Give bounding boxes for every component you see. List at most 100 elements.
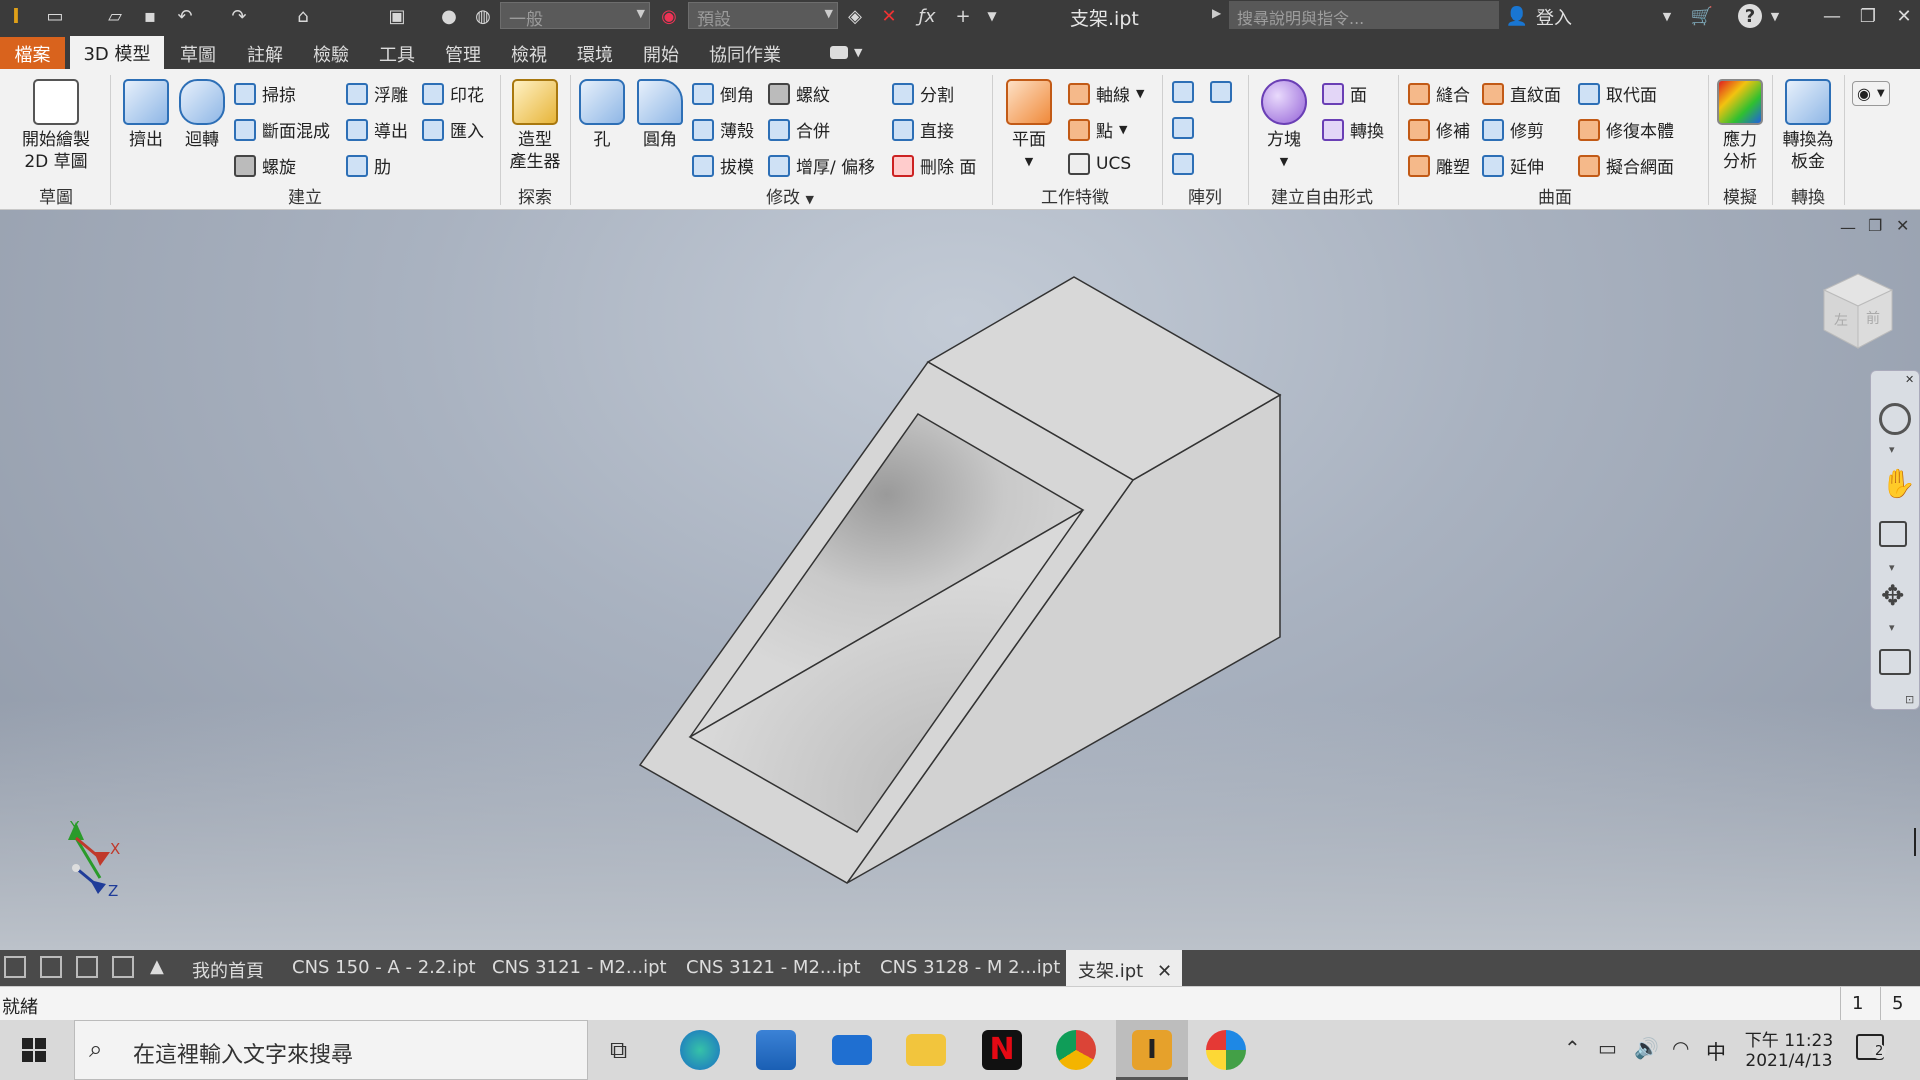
thicken-offset-button[interactable]: 增厚/ 偏移 bbox=[768, 153, 875, 178]
freeform-face-button[interactable]: 面 bbox=[1322, 81, 1367, 106]
user-icon[interactable]: 👤 bbox=[1506, 4, 1528, 28]
emboss-button[interactable]: 浮雕 bbox=[346, 81, 408, 106]
navbar-close-icon[interactable]: ✕ bbox=[1905, 373, 1914, 386]
zoom-icon[interactable] bbox=[1879, 521, 1907, 547]
taskbar-search-input[interactable]: ⌕ 在這裡輸入文字來搜尋 bbox=[74, 1020, 588, 1080]
redo-icon[interactable]: ↷ bbox=[226, 4, 252, 28]
customize-dropdown-icon[interactable]: ▼ bbox=[982, 4, 1002, 28]
tab-annotate[interactable]: 註解 bbox=[247, 37, 283, 67]
direct-button[interactable]: 直接 bbox=[892, 117, 954, 142]
tab-view[interactable]: 檢視 bbox=[511, 37, 547, 67]
group-modify-dropdown[interactable]: 修改 ▼ bbox=[750, 183, 830, 208]
show-hidden-icons-icon[interactable]: ⌃ bbox=[1564, 1036, 1581, 1060]
tab-options-dropdown-icon[interactable]: ▼ bbox=[854, 46, 862, 59]
viewport-close-icon[interactable]: ✕ bbox=[1896, 216, 1909, 235]
sculpt-button[interactable]: 雕塑 bbox=[1408, 153, 1470, 178]
repair-bodies-button[interactable]: 修復本體 bbox=[1578, 117, 1674, 142]
thread-button[interactable]: 螺紋 bbox=[768, 81, 830, 106]
plus-icon[interactable]: + bbox=[950, 4, 976, 28]
clock[interactable]: 下午 11:23 2021/4/13 bbox=[1744, 1026, 1834, 1071]
help-search-input[interactable]: 搜尋說明與指令... bbox=[1229, 1, 1499, 29]
tab-options-icon[interactable] bbox=[830, 46, 848, 59]
app-logo-icon[interactable]: I bbox=[4, 4, 28, 28]
help-icon[interactable]: ? bbox=[1738, 4, 1762, 28]
shell-button[interactable]: 薄殼 bbox=[692, 117, 754, 142]
doc-tab-cns3121-1[interactable]: CNS 3121 - M2...ipt bbox=[492, 950, 667, 986]
mail-icon[interactable] bbox=[832, 1035, 872, 1065]
doc-tab-cns3121-2[interactable]: CNS 3121 - M2...ipt bbox=[686, 950, 861, 986]
point-button[interactable]: 點 ▼ bbox=[1068, 117, 1127, 142]
color-icon[interactable]: ● bbox=[436, 4, 462, 28]
extend-button[interactable]: 延伸 bbox=[1482, 153, 1544, 178]
mirror-button[interactable] bbox=[1210, 81, 1232, 103]
doc-tab-home[interactable]: 我的首頁 bbox=[192, 950, 264, 986]
axis-button[interactable]: 軸線 ▼ bbox=[1068, 81, 1144, 106]
tab-list-up-icon[interactable]: ▲ bbox=[150, 956, 164, 977]
start-icon[interactable] bbox=[22, 1038, 46, 1062]
restore-icon[interactable]: ❐ bbox=[1856, 4, 1880, 28]
viewport-restore-icon[interactable]: ❐ bbox=[1868, 216, 1882, 235]
doc-tab-cns150[interactable]: CNS 150 - A - 2.2.ipt bbox=[292, 950, 476, 986]
tile-windows-icon[interactable] bbox=[40, 956, 62, 978]
orbit-dropdown-icon[interactable]: ▾ bbox=[1889, 621, 1895, 634]
stress-analysis-button[interactable]: 應力 分析 bbox=[1714, 79, 1766, 173]
steering-wheel-dropdown-icon[interactable]: ▾ bbox=[1889, 443, 1895, 456]
hole-button[interactable]: 孔 bbox=[576, 79, 628, 151]
volume-icon[interactable]: 🔊 bbox=[1634, 1036, 1659, 1060]
minimize-icon[interactable]: — bbox=[1820, 4, 1844, 28]
tab-tools[interactable]: 工具 bbox=[379, 37, 415, 67]
notification-center-icon[interactable]: 2 bbox=[1856, 1034, 1887, 1060]
tab-environments[interactable]: 環境 bbox=[577, 37, 613, 67]
tab-inspect[interactable]: 檢驗 bbox=[313, 37, 349, 67]
ruled-surface-button[interactable]: 直紋面 bbox=[1482, 81, 1561, 106]
zoom-dropdown-icon[interactable]: ▾ bbox=[1889, 561, 1895, 574]
circular-pattern-button[interactable] bbox=[1172, 117, 1194, 139]
ribbon-options-button[interactable]: ◉ ▼ bbox=[1852, 81, 1890, 106]
parameters-icon[interactable]: ƒx bbox=[914, 4, 940, 28]
orbit-icon[interactable]: ✥ bbox=[1881, 579, 1904, 612]
steering-wheel-icon[interactable] bbox=[1879, 403, 1911, 435]
tab-manage[interactable]: 管理 bbox=[445, 37, 481, 67]
sketch-pattern-button[interactable] bbox=[1172, 153, 1194, 175]
pan-icon[interactable]: ✋ bbox=[1881, 467, 1916, 500]
extrude-button[interactable]: 擠出 bbox=[118, 79, 174, 151]
look-at-icon[interactable] bbox=[1879, 649, 1911, 675]
edge-icon[interactable] bbox=[680, 1030, 720, 1070]
revolve-button[interactable]: 迴轉 bbox=[174, 79, 230, 151]
new-file-icon[interactable]: ▭ bbox=[40, 4, 70, 28]
tab-get-started[interactable]: 開始 bbox=[643, 37, 679, 67]
select-icon[interactable]: ▣ bbox=[384, 4, 410, 28]
close-icon[interactable]: ✕ bbox=[1892, 4, 1916, 28]
chamfer-button[interactable]: 倒角 bbox=[692, 81, 754, 106]
arrange-vertical-icon[interactable] bbox=[112, 956, 134, 978]
rib-button[interactable]: 肋 bbox=[346, 153, 391, 178]
doc-tab-cns3128[interactable]: CNS 3128 - M 2...ipt bbox=[880, 950, 1060, 986]
shape-generator-button[interactable]: 造型 產生器 bbox=[504, 79, 566, 173]
fillet-button[interactable]: 圓角 bbox=[632, 79, 688, 151]
rectangular-pattern-button[interactable] bbox=[1172, 81, 1194, 103]
chrome-icon[interactable] bbox=[1056, 1030, 1096, 1070]
ucs-button[interactable]: UCS bbox=[1068, 153, 1131, 175]
cart-icon[interactable]: 🛒 bbox=[1690, 4, 1714, 28]
coil-button[interactable]: 螺旋 bbox=[234, 153, 296, 178]
patch-button[interactable]: 修補 bbox=[1408, 117, 1470, 142]
arrange-horizontal-icon[interactable] bbox=[76, 956, 98, 978]
cascade-windows-icon[interactable] bbox=[4, 956, 26, 978]
help-dropdown-icon[interactable]: ▼ bbox=[1768, 4, 1782, 28]
loft-button[interactable]: 斷面混成 bbox=[234, 117, 330, 142]
store-icon[interactable] bbox=[756, 1030, 796, 1070]
start-2d-sketch-button[interactable]: 開始繪製 2D 草圖 bbox=[12, 79, 100, 173]
freeform-box-button[interactable]: 方塊 ▼ bbox=[1256, 79, 1312, 173]
combine-button[interactable]: 合併 bbox=[768, 117, 830, 142]
tab-sketch[interactable]: 草圖 bbox=[180, 37, 216, 67]
save-icon[interactable]: ▪ bbox=[138, 4, 162, 28]
replace-face-button[interactable]: 取代面 bbox=[1578, 81, 1657, 106]
home-icon[interactable]: ⌂ bbox=[290, 4, 316, 28]
doc-tab-bracket[interactable]: 支架.ipt ✕ bbox=[1066, 950, 1182, 986]
tab-collaborate[interactable]: 協同作業 bbox=[709, 37, 781, 67]
adjust-icon[interactable]: ◈ bbox=[842, 4, 868, 28]
decal-button[interactable]: 印花 bbox=[422, 81, 484, 106]
viewport-minimize-icon[interactable]: — bbox=[1840, 218, 1856, 237]
undo-icon[interactable]: ↶ bbox=[172, 4, 198, 28]
file-explorer-icon[interactable] bbox=[906, 1034, 946, 1066]
